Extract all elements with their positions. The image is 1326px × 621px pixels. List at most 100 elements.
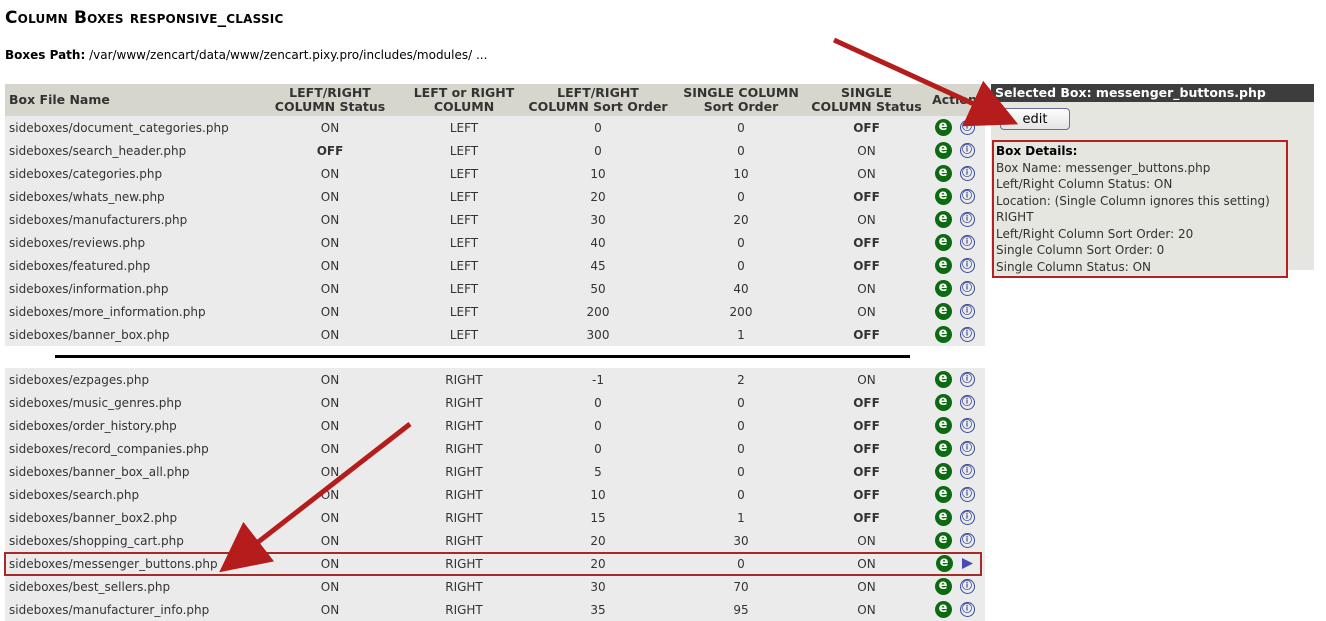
box-file-name: sideboxes/more_information.php: [5, 300, 255, 323]
lr-status: ON: [255, 116, 405, 139]
table-row[interactable]: sideboxes/search.php ON RIGHT 10 0 OFF e ⓘ: [5, 483, 985, 506]
info-icon[interactable]: ⓘ: [959, 395, 975, 410]
table-row[interactable]: sideboxes/order_history.php ON RIGHT 0 0 OFF e…: [5, 414, 985, 437]
lr-status: ON: [255, 368, 405, 391]
lr-sort-order: 30: [523, 575, 673, 598]
info-icon[interactable]: ⓘ: [959, 510, 975, 525]
table-row[interactable]: sideboxes/best_sellers.php ON RIGHT 30 70 ON e…: [5, 575, 985, 598]
action-cell: e ⓘ: [924, 575, 985, 598]
edit-icon[interactable]: e: [934, 578, 952, 595]
table-row[interactable]: sideboxes/music_genres.php ON RIGHT 0 0 OFF e ⓘ: [5, 391, 985, 414]
edit-icon[interactable]: e: [934, 303, 952, 320]
lr-column: RIGHT: [405, 460, 523, 483]
table-row[interactable]: sideboxes/document_categories.php ON LEFT 0…: [5, 116, 985, 139]
single-status: ON: [809, 277, 924, 300]
info-icon[interactable]: ⓘ: [959, 464, 975, 479]
box-details: Box Details: Box Name: messenger_buttons…: [992, 140, 1288, 278]
table-row[interactable]: sideboxes/search_header.php OFF LEFT 0 0 ON e ⓘ: [5, 139, 985, 162]
lr-column: LEFT: [405, 231, 523, 254]
edit-icon[interactable]: e: [934, 165, 952, 182]
edit-icon[interactable]: e: [934, 532, 952, 549]
edit-icon[interactable]: e: [935, 555, 953, 572]
info-icon[interactable]: ⓘ: [959, 258, 975, 273]
lr-status: ON: [255, 231, 405, 254]
edit-icon[interactable]: e: [934, 119, 952, 136]
box-file-name: sideboxes/document_categories.php: [5, 116, 255, 139]
single-sort-order: 0: [673, 116, 809, 139]
lr-sort-order: 30: [523, 208, 673, 231]
lr-column: RIGHT: [405, 552, 523, 575]
single-sort-order: 0: [673, 460, 809, 483]
edit-icon[interactable]: e: [934, 188, 952, 205]
selected-arrow-icon: [961, 558, 973, 569]
info-icon[interactable]: ⓘ: [959, 602, 975, 617]
table-row[interactable]: sideboxes/reviews.php ON LEFT 40 0 OFF e ⓘ: [5, 231, 985, 254]
separator-cell: [5, 346, 985, 368]
edit-button[interactable]: edit: [1000, 108, 1070, 130]
edit-icon[interactable]: e: [934, 486, 952, 503]
single-status: OFF: [809, 231, 924, 254]
edit-icon[interactable]: e: [934, 326, 952, 343]
single-sort-order: 0: [673, 414, 809, 437]
action-cell: e ⓘ: [924, 460, 985, 483]
single-status: OFF: [809, 323, 924, 346]
info-icon[interactable]: ⓘ: [959, 235, 975, 250]
info-icon[interactable]: ⓘ: [959, 372, 975, 387]
table-row[interactable]: sideboxes/banner_box.php ON LEFT 300 1 OFF e ⓘ: [5, 323, 985, 346]
table-row[interactable]: sideboxes/banner_box_all.php ON RIGHT 5 0 OFF…: [5, 460, 985, 483]
single-status: OFF: [809, 460, 924, 483]
table-row[interactable]: sideboxes/manufacturers.php ON LEFT 30 20 ON e…: [5, 208, 985, 231]
table-row[interactable]: sideboxes/more_information.php ON LEFT 200 2…: [5, 300, 985, 323]
info-icon[interactable]: ⓘ: [959, 579, 975, 594]
table-row[interactable]: sideboxes/featured.php ON LEFT 45 0 OFF e ⓘ: [5, 254, 985, 277]
edit-icon[interactable]: e: [934, 280, 952, 297]
table-row[interactable]: sideboxes/banner_box2.php ON RIGHT 15 1 OFF e ⓘ: [5, 506, 985, 529]
edit-icon[interactable]: e: [934, 509, 952, 526]
table-row-selected[interactable]: sideboxes/messenger_buttons.php ON RIGHT 20…: [5, 552, 985, 575]
action-cell: e ⓘ: [924, 231, 985, 254]
box-file-name: sideboxes/search.php: [5, 483, 255, 506]
header-lr-column: LEFT or RIGHT COLUMN: [405, 84, 523, 116]
info-icon[interactable]: ⓘ: [959, 487, 975, 502]
edit-icon[interactable]: e: [934, 601, 952, 618]
info-icon[interactable]: ⓘ: [959, 143, 975, 158]
info-icon[interactable]: ⓘ: [959, 281, 975, 296]
lr-status: ON: [255, 575, 405, 598]
info-icon[interactable]: ⓘ: [959, 441, 975, 456]
table-row[interactable]: sideboxes/categories.php ON LEFT 10 10 ON e ⓘ: [5, 162, 985, 185]
info-icon[interactable]: ⓘ: [959, 327, 975, 342]
table-row[interactable]: sideboxes/whats_new.php ON LEFT 20 0 OFF e ⓘ: [5, 185, 985, 208]
single-sort-order: 70: [673, 575, 809, 598]
edit-icon[interactable]: e: [934, 440, 952, 457]
lr-sort-order: 0: [523, 414, 673, 437]
info-icon[interactable]: ⓘ: [959, 533, 975, 548]
edit-icon[interactable]: e: [934, 394, 952, 411]
edit-icon[interactable]: e: [934, 371, 952, 388]
edit-icon[interactable]: e: [934, 211, 952, 228]
lr-sort-order: -1: [523, 368, 673, 391]
single-sort-order: 0: [673, 139, 809, 162]
table-row[interactable]: sideboxes/information.php ON LEFT 50 40 ON e ⓘ: [5, 277, 985, 300]
edit-icon[interactable]: e: [934, 417, 952, 434]
table-row[interactable]: sideboxes/shopping_cart.php ON RIGHT 20 30 ON…: [5, 529, 985, 552]
info-icon[interactable]: ⓘ: [959, 120, 975, 135]
single-status: ON: [809, 208, 924, 231]
table-row[interactable]: sideboxes/ezpages.php ON RIGHT -1 2 ON e ⓘ: [5, 368, 985, 391]
edit-icon[interactable]: e: [934, 234, 952, 251]
info-icon[interactable]: ⓘ: [959, 212, 975, 227]
info-icon[interactable]: ⓘ: [959, 189, 975, 204]
table-row[interactable]: sideboxes/record_companies.php ON RIGHT 0 0 O…: [5, 437, 985, 460]
box-file-name: sideboxes/banner_box.php: [5, 323, 255, 346]
info-icon[interactable]: ⓘ: [959, 166, 975, 181]
lr-column: RIGHT: [405, 483, 523, 506]
lr-status: ON: [255, 300, 405, 323]
single-sort-order: 30: [673, 529, 809, 552]
lr-column: LEFT: [405, 162, 523, 185]
info-icon[interactable]: ⓘ: [959, 304, 975, 319]
edit-icon[interactable]: e: [934, 142, 952, 159]
lr-column: LEFT: [405, 185, 523, 208]
edit-icon[interactable]: e: [934, 257, 952, 274]
info-icon[interactable]: ⓘ: [959, 418, 975, 433]
edit-icon[interactable]: e: [934, 463, 952, 480]
lr-sort-order: 200: [523, 300, 673, 323]
